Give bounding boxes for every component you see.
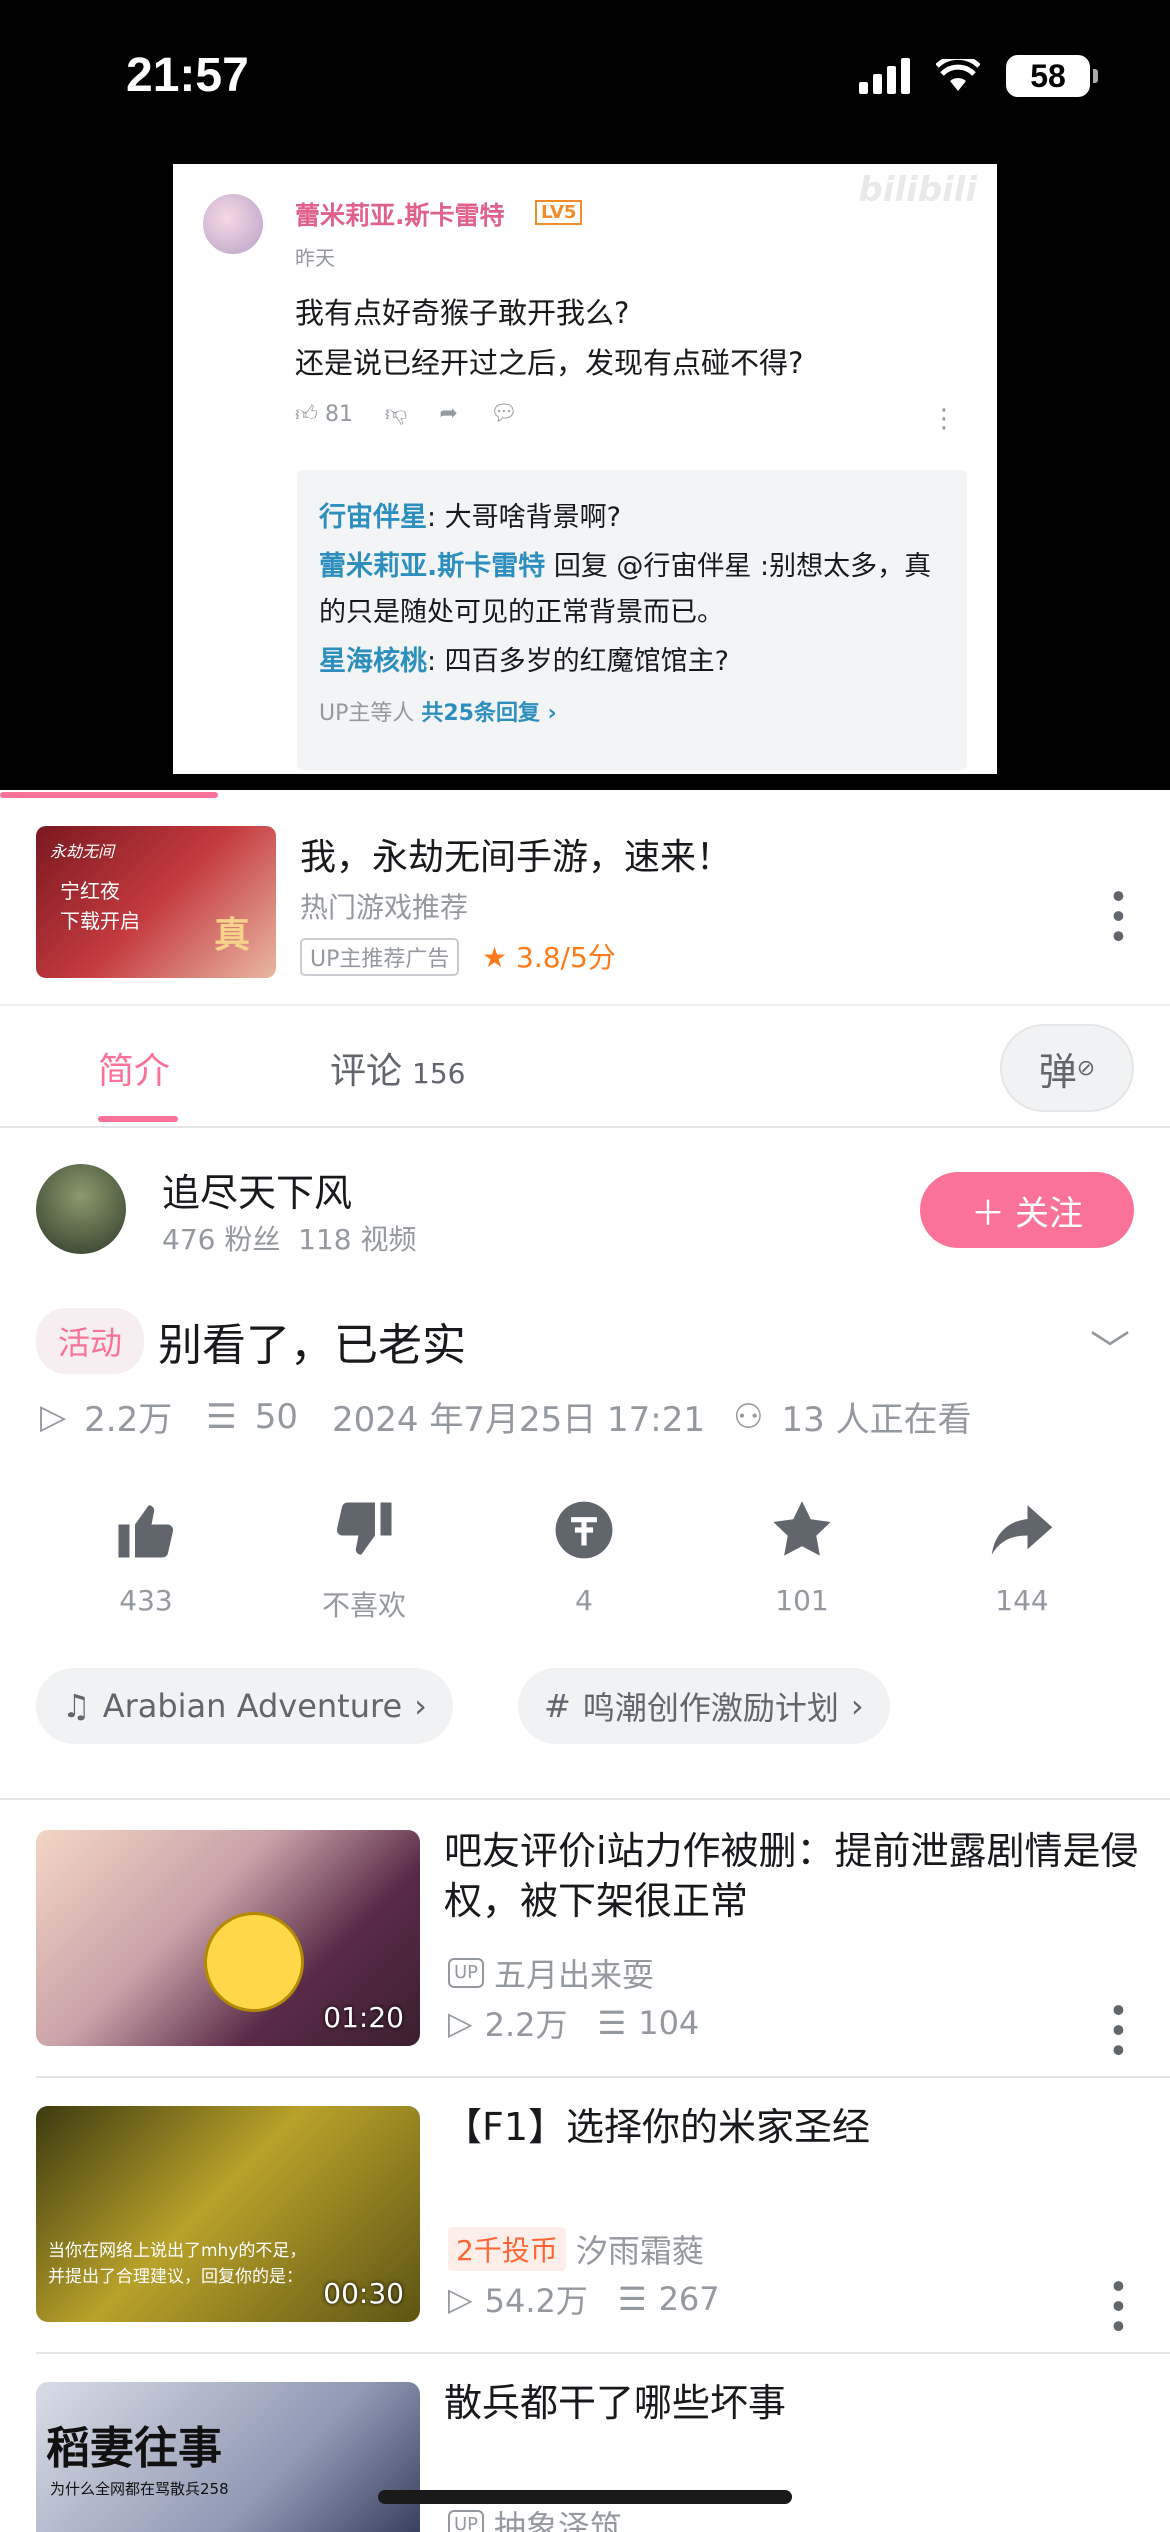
play-count-icon: ▷ [448, 2004, 473, 2042]
chevron-down-icon[interactable]: ﹀ [1090, 1318, 1130, 1376]
thumb-down-icon [284, 1490, 444, 1570]
topic-chip[interactable]: # 鸣潮创作激励计划 › [518, 1668, 890, 1744]
follow-button[interactable]: ＋关注 [920, 1172, 1134, 1248]
ad-more-icon[interactable]: ••• [1097, 886, 1137, 946]
level-badge: LV5 [535, 200, 583, 225]
wifi-icon [936, 59, 980, 91]
favorite-button[interactable]: 101 [722, 1490, 882, 1617]
comment-body: 我有点好奇猴子敢开我么? 还是说已经开过之后，发现有点碰不得? [295, 296, 804, 380]
action-bar: 433 不喜欢 4 101 144 [0, 1490, 1170, 1630]
ad-card[interactable]: 永劫无间 宁红夜 下载开启 真 我，永劫无间手游，速来！ 热门游戏推荐 UP主推荐… [0, 800, 1170, 1006]
video-thumbnail[interactable]: 01:20 [36, 1830, 420, 2046]
video-thumbnail[interactable]: 稻妻往事 为什么全网都在骂散兵258 [36, 2382, 420, 2532]
danmaku-toggle-button[interactable]: 弹 ⊘ [1000, 1024, 1134, 1112]
ad-title[interactable]: 我，永劫无间手游，速来！ [300, 828, 732, 880]
cellular-signal-icon [859, 58, 910, 94]
coin-icon [504, 1490, 664, 1570]
list-item[interactable]: 01:20 吧友评价i站力作被删：提前泄露剧情是侵权，被下架很正常 UP 五月出来… [0, 1800, 1170, 2076]
video-author[interactable]: 2千投币 汐雨霜蕤 [448, 2226, 704, 2272]
danmaku-count-icon: ☰ [206, 1396, 237, 1437]
page-title: 别看了，已老实 [158, 1320, 467, 1371]
danmaku-count-icon: ☰ [617, 2280, 647, 2318]
video-duration: 00:30 [323, 2277, 404, 2310]
uploader-section: 追尽天下风 476 粉丝 118 视频 ＋关注 [0, 1128, 1170, 1268]
coin-button[interactable]: 4 [504, 1490, 664, 1617]
video-title-row: 活动 别看了，已老实 [36, 1308, 466, 1374]
reply-icon: 💬︎ [489, 401, 518, 426]
reply-more: UP主等人 共25条回复 › [319, 701, 557, 726]
hashtag-icon: # [544, 1687, 571, 1725]
viewers-icon: ⚇ [733, 1396, 764, 1437]
danmaku-count-icon: ☰ [597, 2004, 627, 2042]
tab-comments[interactable]: 评论 156 [330, 1042, 465, 1094]
share-icon: ➦ [439, 401, 458, 426]
star-icon: ★ [482, 941, 508, 974]
list-item[interactable]: 稻妻往事 为什么全网都在骂散兵258 散兵都干了哪些坏事 UP 抽象泽筑 [0, 2352, 1170, 2532]
video-stats: ▷ 54.2万 ☰ 267 [448, 2280, 720, 2320]
plus-icon: ＋ [971, 1193, 1005, 1234]
uploader-name[interactable]: 追尽天下风 [162, 1162, 352, 1217]
video-author[interactable]: UP 抽象泽筑 [448, 2502, 622, 2532]
music-chip[interactable]: ♫ Arabian Adventure › [36, 1668, 453, 1744]
thumb-down-icon: 👎︎ [384, 402, 408, 427]
video-author[interactable]: UP 五月出来耍 [448, 1950, 654, 1996]
play-count-icon: ▷ [40, 1396, 67, 1437]
bilibili-watermark: bilibili [858, 170, 977, 210]
more-icon[interactable]: ••• [1097, 2000, 1137, 2060]
share-icon [942, 1490, 1102, 1570]
ad-subtitle: 热门游戏推荐 [300, 891, 469, 924]
thumb-up-icon: 👍︎ 81 [295, 402, 353, 427]
like-button[interactable]: 433 [66, 1490, 226, 1617]
avatar[interactable] [36, 1164, 126, 1254]
home-indicator[interactable] [378, 2490, 792, 2504]
dislike-button[interactable]: 不喜欢 [284, 1490, 444, 1624]
thumb-up-icon [66, 1490, 226, 1570]
battery-icon: 58 [1006, 55, 1098, 97]
music-note-icon: ♫ [62, 1687, 91, 1725]
video-stats: ▷ 2.2万 ☰ 104 [448, 2004, 700, 2044]
play-count-icon: ▷ [448, 2280, 473, 2318]
comment-avatar [203, 194, 263, 254]
tab-intro[interactable]: 简介 [98, 1042, 170, 1094]
tab-indicator [98, 1116, 178, 1122]
reply-3: 星海核桃: 四百多岁的红魔馆馆主? [319, 646, 730, 677]
star-icon [722, 1490, 882, 1570]
comment-date: 昨天 [295, 246, 335, 270]
reply-2: 蕾米莉亚.斯卡雷特 回复 @行宙伴星 :别想太多，真的只是随处可见的正常背景而已… [319, 551, 932, 628]
video-player[interactable]: 21:57 58 bilibili 蕾米莉亚.斯卡雷特 LV5 昨天 我有点好奇… [0, 0, 1170, 790]
status-icons: 58 [859, 55, 1098, 97]
tab-bar: 简介 评论 156 弹 ⊘ [0, 1006, 1170, 1128]
video-thumbnail[interactable]: 当你在网络上说出了mhy的不足，并提出了合理建议，回复你的是： 00:30 [36, 2106, 420, 2322]
comment-actions: 👍︎ 81 👎︎ ➦ 💬︎ [295, 400, 518, 427]
more-icon: ⋮ [931, 404, 957, 434]
chevron-right-icon: › [850, 1687, 864, 1725]
reply-box: 行宙伴星: 大哥啥背景啊? 蕾米莉亚.斯卡雷特 回复 @行宙伴星 :别想太多，真… [297, 470, 967, 770]
comment-username: 蕾米莉亚.斯卡雷特 [295, 201, 505, 230]
more-icon[interactable]: ••• [1097, 2276, 1137, 2336]
list-item[interactable]: 当你在网络上说出了mhy的不足，并提出了合理建议，回复你的是： 00:30 【F… [0, 2076, 1170, 2352]
uploader-stats: 476 粉丝 118 视频 [162, 1223, 417, 1256]
up-icon: UP [448, 1958, 485, 1988]
activity-tag[interactable]: 活动 [36, 1308, 145, 1374]
share-button[interactable]: 144 [942, 1490, 1102, 1617]
ad-tag: UP主推荐广告 [300, 938, 460, 976]
up-icon: UP [448, 2510, 485, 2532]
danmaku-off-icon: 弹 [1038, 1049, 1077, 1094]
video-progress-bar[interactable] [0, 792, 218, 798]
video-duration: 01:20 [323, 2001, 404, 2034]
video-meta: ▷ 2.2万 ☰ 50 2024 年7月25日 17:21 ⚇ 13 人正在看 [40, 1396, 972, 1441]
chevron-right-icon: › [414, 1687, 427, 1725]
video-frame: bilibili 蕾米莉亚.斯卡雷特 LV5 昨天 我有点好奇猴子敢开我么? 还… [173, 164, 997, 774]
reply-1: 行宙伴星: 大哥啥背景啊? [319, 502, 622, 533]
video-title[interactable]: 散兵都干了哪些坏事 [444, 2378, 1144, 2428]
video-title[interactable]: 吧友评价i站力作被删：提前泄露剧情是侵权，被下架很正常 [444, 1826, 1144, 1926]
status-time: 21:57 [126, 49, 249, 102]
ad-rating: ★ 3.8/5分 [482, 941, 616, 974]
ad-thumbnail[interactable]: 永劫无间 宁红夜 下载开启 真 [36, 826, 276, 978]
video-title[interactable]: 【F1】选择你的米家圣经 [444, 2102, 1144, 2152]
coin-badge: 2千投币 [448, 2227, 566, 2271]
